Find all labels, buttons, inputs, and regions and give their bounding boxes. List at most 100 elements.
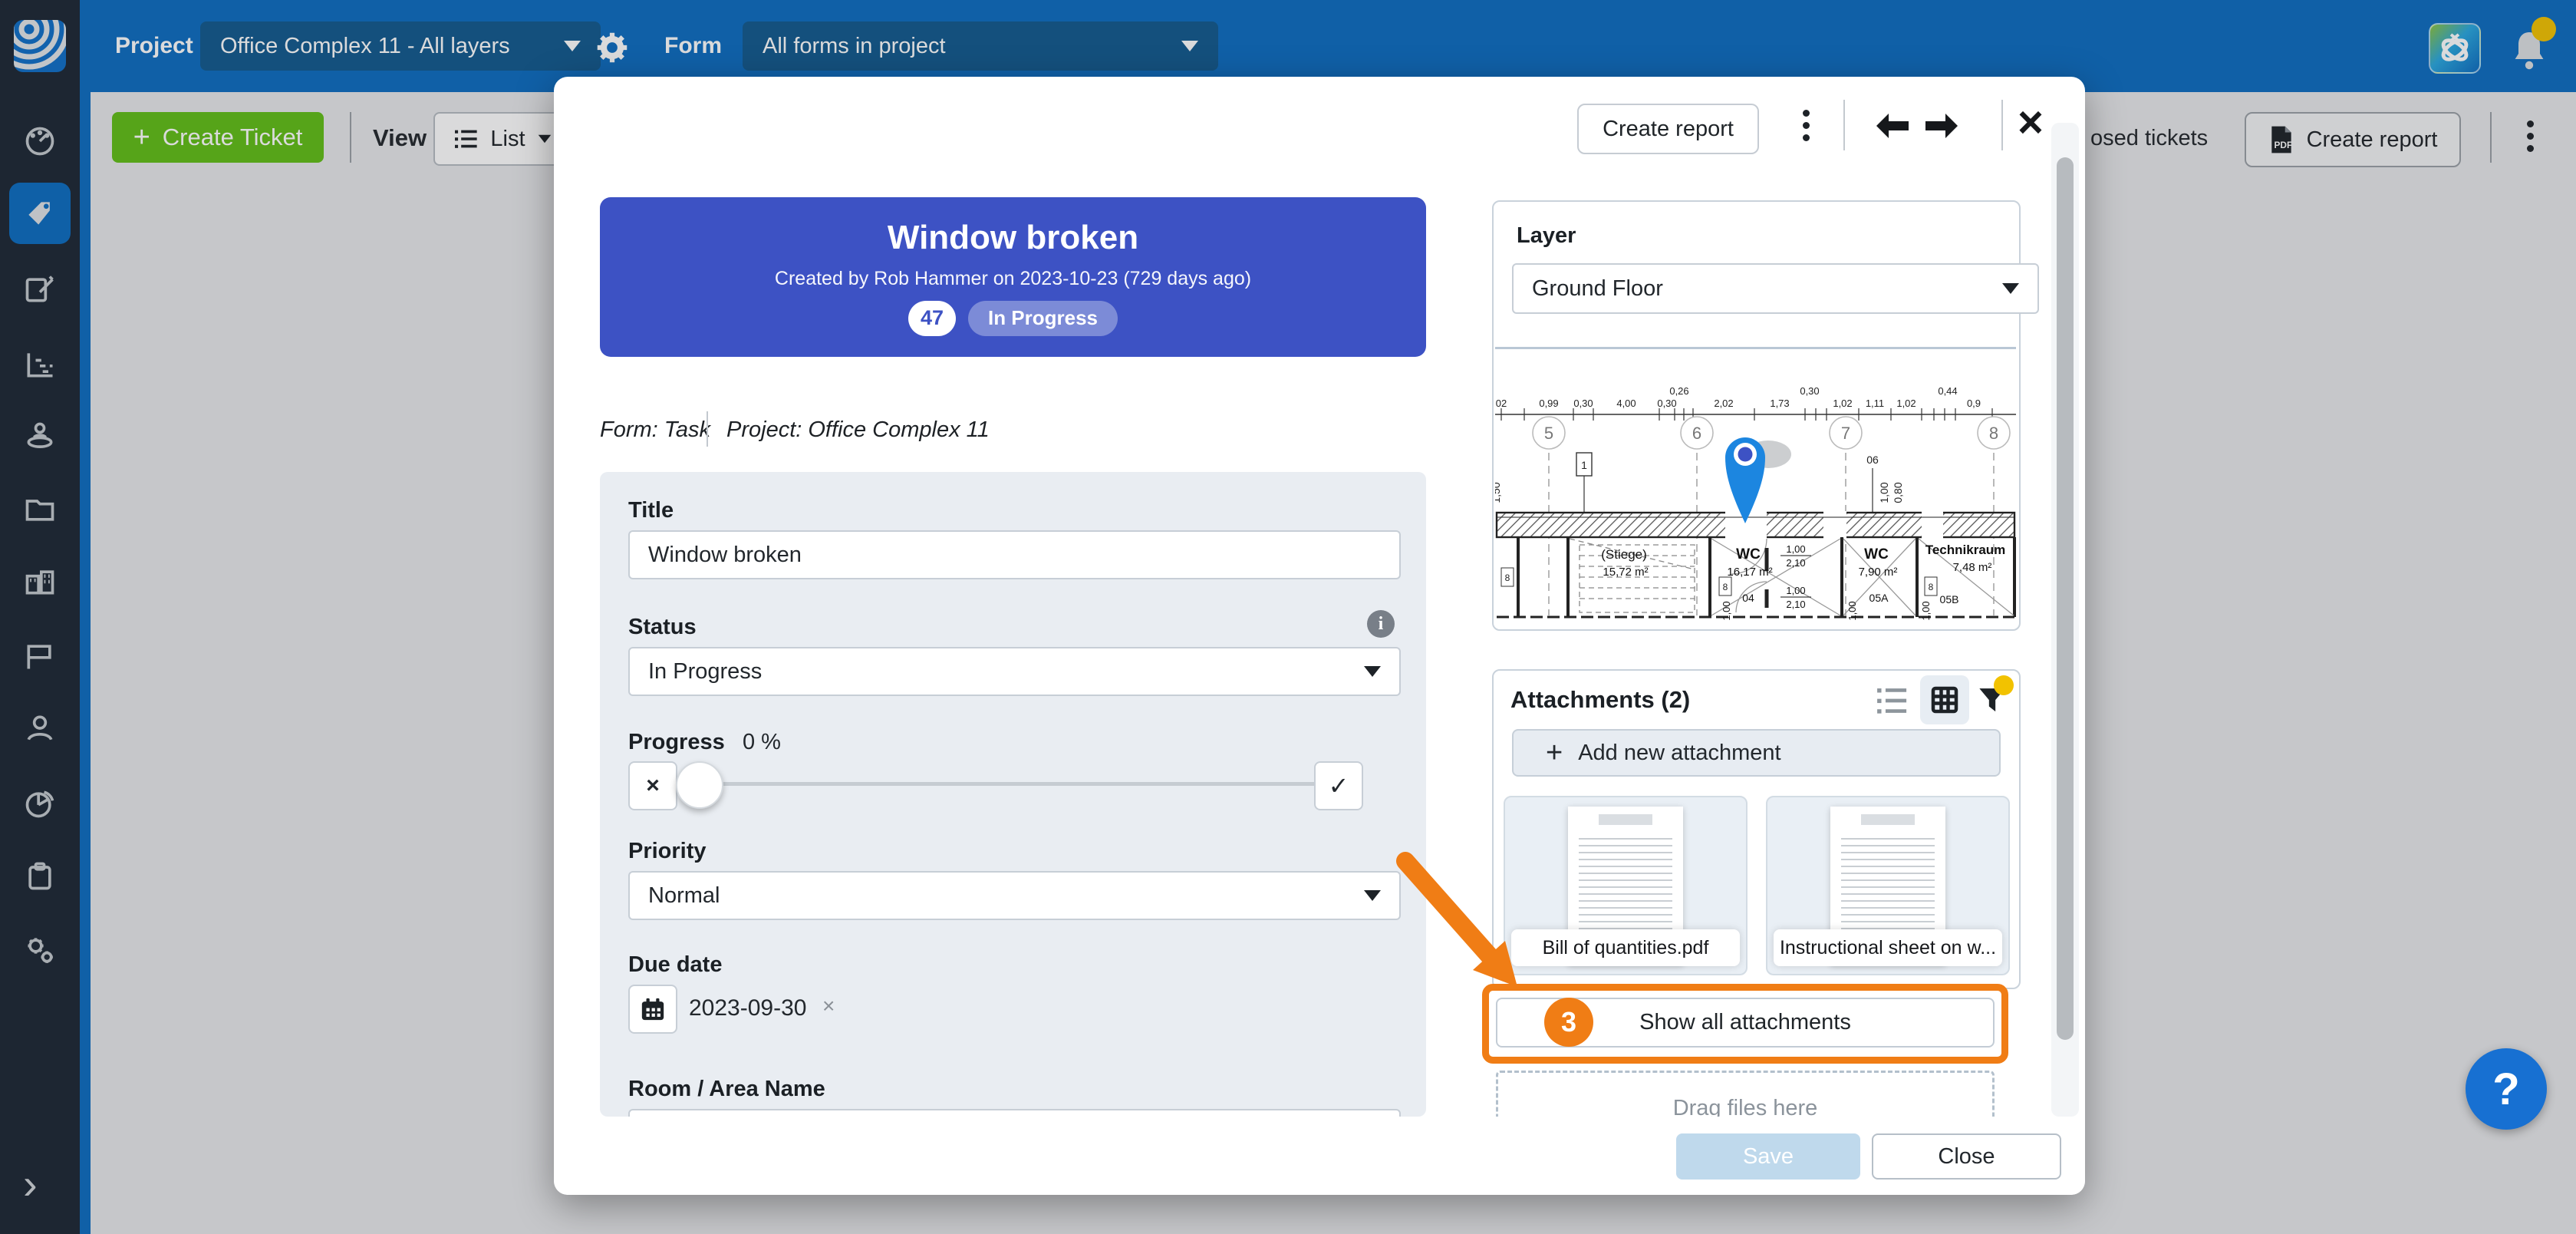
save-button-label: Save xyxy=(1743,1144,1794,1170)
chevron-down-icon xyxy=(1364,666,1381,677)
ticket-subtitle: Created by Rob Hammer on 2023-10-23 (729… xyxy=(775,268,1251,290)
svg-text:6: 6 xyxy=(1692,424,1701,443)
ticket-project-meta: Project: Office Complex 11 xyxy=(726,417,990,443)
priority-select[interactable]: Normal xyxy=(628,871,1401,920)
title-field-input[interactable]: Window broken xyxy=(628,530,1401,579)
modal-header-divider xyxy=(1843,100,1845,150)
svg-text:1,00: 1,00 xyxy=(1920,601,1932,620)
modal-close-icon[interactable]: × xyxy=(2018,95,2044,150)
modal-footer: Save Close xyxy=(554,1117,2085,1195)
svg-text:0,80: 0,80 xyxy=(1892,482,1904,503)
due-date-value: 2023-09-30 xyxy=(689,995,806,1021)
svg-text:0,30: 0,30 xyxy=(1800,385,1819,397)
layer-label: Layer xyxy=(1517,223,1576,249)
svg-text:0,44: 0,44 xyxy=(1938,385,1957,397)
floor-plan[interactable]: 02 0,99 0,30 4,00 0,30 2,02 1,73 1,02 1,… xyxy=(1495,347,2016,626)
svg-text:2,10: 2,10 xyxy=(1786,557,1805,569)
ticket-status-pill: In Progress xyxy=(968,301,1118,336)
attachment-card[interactable]: Bill of quantities.pdf xyxy=(1504,796,1748,975)
svg-text:05A: 05A xyxy=(1869,592,1889,604)
modal-more-menu[interactable] xyxy=(1797,104,1815,147)
svg-text:7: 7 xyxy=(1841,424,1850,443)
svg-text:15,72 m²: 15,72 m² xyxy=(1603,566,1648,579)
attachments-panel: Attachments (2) + Add new attachment xyxy=(1492,669,2021,989)
svg-text:1,00: 1,00 xyxy=(1846,601,1858,620)
svg-text:7,48 m²: 7,48 m² xyxy=(1953,561,1992,574)
layer-select-value: Ground Floor xyxy=(1532,276,1663,302)
chevron-down-icon xyxy=(1364,890,1381,901)
svg-text:1,50: 1,50 xyxy=(1495,482,1502,503)
filter-active-dot xyxy=(1994,675,2014,695)
svg-text:5: 5 xyxy=(1544,424,1553,443)
help-question-mark: ? xyxy=(2492,1064,2519,1115)
svg-text:0,30: 0,30 xyxy=(1657,398,1676,409)
progress-slider-handle[interactable] xyxy=(676,761,723,809)
app-window: › Project Office Complex 11 - All layers… xyxy=(0,0,2576,1234)
attachments-list-view-icon[interactable] xyxy=(1876,686,1909,715)
status-select[interactable]: In Progress xyxy=(628,647,1401,696)
progress-confirm-button[interactable]: ✓ xyxy=(1314,761,1363,810)
close-button-label: Close xyxy=(1938,1144,1995,1170)
chevron-down-icon xyxy=(2002,283,2019,294)
ticket-id-badge: 47 xyxy=(908,301,956,336)
due-date-clear-icon[interactable]: × xyxy=(822,994,835,1018)
svg-text:1: 1 xyxy=(1581,459,1587,471)
modal-header-divider xyxy=(2001,100,2003,150)
title-field-label: Title xyxy=(628,498,674,523)
svg-text:1,00: 1,00 xyxy=(1878,482,1890,503)
svg-text:(Stiege): (Stiege) xyxy=(1601,547,1647,562)
svg-text:8: 8 xyxy=(1505,572,1510,583)
svg-text:04: 04 xyxy=(1742,592,1754,604)
status-field-label: Status xyxy=(628,615,697,640)
room-field-input[interactable] xyxy=(628,1109,1401,1117)
help-button[interactable]: ? xyxy=(2466,1048,2547,1130)
svg-text:1,02: 1,02 xyxy=(1833,398,1852,409)
svg-text:16,17 m²: 16,17 m² xyxy=(1727,566,1772,579)
room-field-label: Room / Area Name xyxy=(628,1077,825,1102)
svg-text:WC: WC xyxy=(1864,546,1889,563)
svg-text:0,99: 0,99 xyxy=(1539,398,1558,409)
add-attachment-button[interactable]: + Add new attachment xyxy=(1512,729,2001,777)
modal-scrollbar-thumb[interactable] xyxy=(2057,157,2074,1040)
previous-ticket-arrow[interactable] xyxy=(1875,112,1910,140)
svg-text:2,10: 2,10 xyxy=(1786,599,1805,610)
svg-text:1,73: 1,73 xyxy=(1770,398,1789,409)
add-attachment-label: Add new attachment xyxy=(1578,741,1780,766)
layer-panel: Layer Ground Floor xyxy=(1492,200,2021,631)
progress-slider-track[interactable] xyxy=(697,782,1360,786)
svg-text:1,00: 1,00 xyxy=(1786,543,1805,555)
grid-view-icon xyxy=(1931,686,1958,714)
modal-create-report-button[interactable]: Create report xyxy=(1577,104,1759,154)
ticket-title: Window broken xyxy=(888,219,1138,257)
status-info-icon[interactable]: i xyxy=(1367,610,1395,638)
progress-value: 0 % xyxy=(743,730,781,755)
status-select-value: In Progress xyxy=(648,659,762,685)
save-button[interactable]: Save xyxy=(1676,1133,1860,1180)
attachments-title: Attachments (2) xyxy=(1510,686,1690,714)
svg-text:0,26: 0,26 xyxy=(1669,385,1688,397)
attachment-card[interactable]: Instructional sheet on w... xyxy=(1766,796,2010,975)
svg-text:Technikraum: Technikraum xyxy=(1925,543,2006,557)
ticket-header-card: Window broken Created by Rob Hammer on 2… xyxy=(600,197,1426,357)
svg-text:0,30: 0,30 xyxy=(1573,398,1593,409)
svg-text:8: 8 xyxy=(1929,582,1934,592)
layer-select[interactable]: Ground Floor xyxy=(1512,263,2039,314)
svg-text:1,00: 1,00 xyxy=(1721,601,1732,620)
progress-field-label: Progress xyxy=(628,730,725,755)
svg-text:05B: 05B xyxy=(1940,593,1959,605)
svg-text:2,02: 2,02 xyxy=(1714,398,1733,409)
svg-text:0,9: 0,9 xyxy=(1967,398,1981,409)
annotation-step-badge: 3 xyxy=(1544,998,1593,1047)
due-date-calendar-button[interactable] xyxy=(628,985,677,1034)
svg-text:7,90 m²: 7,90 m² xyxy=(1859,566,1898,579)
close-button[interactable]: Close xyxy=(1872,1133,2061,1180)
attachments-grid-view-button[interactable] xyxy=(1920,675,1969,724)
next-ticket-arrow[interactable] xyxy=(1924,112,1959,140)
progress-clear-button[interactable]: × xyxy=(628,761,677,810)
due-date-field-label: Due date xyxy=(628,952,722,978)
modal-scrollbar[interactable] xyxy=(2051,123,2079,1117)
svg-text:8: 8 xyxy=(1723,582,1728,592)
attachment-filename: Instructional sheet on w... xyxy=(1774,929,2002,966)
ticket-form-panel: Title Window broken Status i In Progress… xyxy=(600,472,1426,1117)
svg-text:1,00: 1,00 xyxy=(1786,585,1805,596)
